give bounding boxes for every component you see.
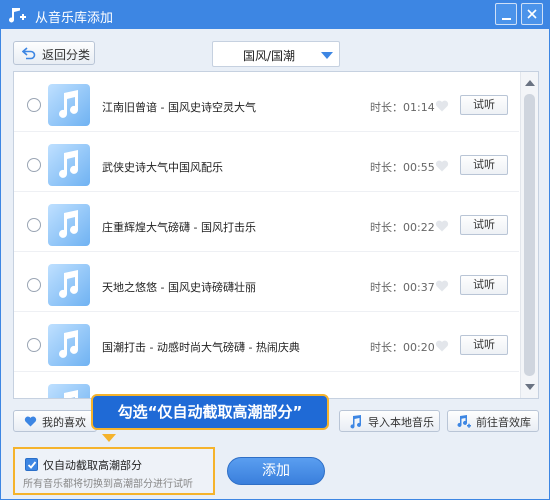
import-local-label: 导入本地音乐 <box>368 416 434 429</box>
chevron-down-icon <box>321 52 333 59</box>
dialog-window: 从音乐库添加 返回分类 国风/国潮 江南旧曾谙 - 国风史诗空灵大气 时长：01… <box>0 0 550 500</box>
music-note-icon <box>48 84 90 126</box>
heart-icon[interactable] <box>435 160 449 172</box>
heart-icon[interactable] <box>435 280 449 292</box>
select-radio[interactable] <box>27 398 41 399</box>
heart-icon[interactable] <box>435 220 449 232</box>
list-item[interactable]: 国潮打击 - 动感时尚大气磅礴 - 热闹庆典 时长：00:20 试听 <box>14 312 519 372</box>
scroll-thumb[interactable] <box>524 94 535 376</box>
checkbox-label[interactable]: 仅自动截取高潮部分 <box>43 457 142 473</box>
close-icon <box>527 9 537 19</box>
select-radio[interactable] <box>27 278 41 292</box>
checkmark-icon <box>27 461 37 469</box>
select-radio[interactable] <box>27 158 41 172</box>
preview-button[interactable]: 试听 <box>460 155 508 175</box>
import-local-music-button[interactable]: 导入本地音乐 <box>339 410 440 432</box>
list-item[interactable]: 武侠史诗大气中国风配乐 时长：00:55 试听 <box>14 132 519 192</box>
list-item[interactable]: 庄重辉煌大气磅礴 - 国风打击乐 时长：00:22 试听 <box>14 192 519 252</box>
preview-button[interactable]: 试听 <box>460 275 508 295</box>
highlight-option-box: 仅自动截取高潮部分 所有音乐都将切换到高潮部分进行试听 <box>13 447 215 495</box>
music-note-icon <box>48 144 90 186</box>
window-title: 从音乐库添加 <box>35 11 114 26</box>
music-add-icon <box>9 8 26 23</box>
song-title: 武侠史诗大气中国风配乐 <box>102 161 223 174</box>
back-button-label: 返回分类 <box>42 48 91 62</box>
heart-icon <box>24 416 37 427</box>
preview-button[interactable]: 试听 <box>460 215 508 235</box>
music-note-icon <box>48 204 90 246</box>
song-list: 江南旧曾谙 - 国风史诗空灵大气 时长：01:14 试听 武侠史诗大气中国风配乐… <box>13 71 539 399</box>
scroll-up-icon[interactable] <box>525 80 535 86</box>
title-bar: 从音乐库添加 <box>1 1 549 29</box>
category-dropdown[interactable]: 国风/国潮 <box>212 41 340 67</box>
song-duration: 时长：00:22 <box>370 221 435 234</box>
close-button[interactable] <box>521 3 543 25</box>
scroll-down-icon[interactable] <box>525 384 535 390</box>
select-radio[interactable] <box>27 98 41 112</box>
vertical-scrollbar[interactable] <box>520 72 538 398</box>
select-radio[interactable] <box>27 338 41 352</box>
heart-icon[interactable] <box>435 100 449 112</box>
back-to-category-button[interactable]: 返回分类 <box>13 41 95 65</box>
preview-button[interactable]: 试听 <box>460 335 508 355</box>
goto-library-label: 前往音效库 <box>476 416 531 429</box>
music-note-icon <box>350 415 361 429</box>
song-title: 庄重辉煌大气磅礴 - 国风打击乐 <box>102 221 256 234</box>
song-duration: 时长：00:55 <box>370 161 435 174</box>
preview-button[interactable]: 试听 <box>460 95 508 115</box>
checkbox-hint: 所有音乐都将切换到高潮部分进行试听 <box>23 479 193 490</box>
hint-tooltip: 勾选“仅自动截取高潮部分” <box>91 394 329 430</box>
list-item[interactable]: 天地之悠悠 - 国风史诗磅礴壮丽 时长：00:37 试听 <box>14 252 519 312</box>
heart-icon[interactable] <box>435 340 449 352</box>
favorites-label: 我的喜欢 <box>42 416 86 429</box>
song-duration: 时长：00:20 <box>370 341 435 354</box>
return-arrow-icon <box>22 47 36 60</box>
goto-sound-library-button[interactable]: 前往音效库 <box>447 410 539 432</box>
add-button[interactable]: 添加 <box>227 457 325 485</box>
music-library-icon <box>457 415 471 428</box>
music-note-icon <box>48 324 90 366</box>
song-title: 江南旧曾谙 - 国风史诗空灵大气 <box>102 101 256 114</box>
song-duration: 时长：00:37 <box>370 281 435 294</box>
select-radio[interactable] <box>27 218 41 232</box>
auto-climax-checkbox[interactable] <box>25 458 38 471</box>
list-item[interactable]: 江南旧曾谙 - 国风史诗空灵大气 时长：01:14 试听 <box>14 72 519 132</box>
my-favorites-button[interactable]: 我的喜欢 <box>13 410 97 432</box>
tooltip-arrow <box>102 434 116 442</box>
music-note-icon <box>48 264 90 306</box>
song-duration: 时长：01:14 <box>370 101 435 114</box>
song-title: 天地之悠悠 - 国风史诗磅礴壮丽 <box>102 281 256 294</box>
category-value: 国风/国潮 <box>243 49 296 63</box>
minimize-button[interactable] <box>495 3 517 25</box>
music-note-icon <box>48 384 90 398</box>
song-title: 国潮打击 - 动感时尚大气磅礴 - 热闹庆典 <box>102 341 300 354</box>
